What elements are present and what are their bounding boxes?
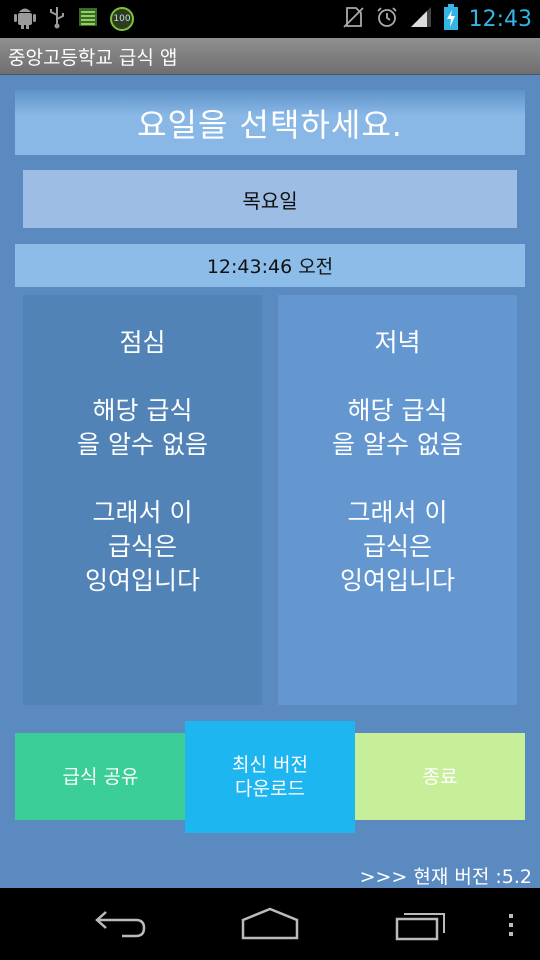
main-content: 요일을 선택하세요. 목요일 12:43:46 오전 점심 해당 급식 을 알수… xyxy=(0,75,540,888)
status-time: 12:43 xyxy=(468,6,532,32)
no-sim-icon xyxy=(341,5,365,33)
download-label-line1: 최신 버전 xyxy=(232,754,308,776)
status-bar: 100 12:43 xyxy=(0,0,540,38)
lunch-text-line: 해당 급식 xyxy=(92,396,193,425)
lunch-panel: 점심 해당 급식 을 알수 없음 그래서 이 급식은 잉여입니다 xyxy=(23,295,262,705)
dinner-title: 저녁 xyxy=(374,328,421,357)
battery-100-icon: 100 xyxy=(110,7,134,31)
android-debug-icon xyxy=(14,5,36,33)
usb-icon xyxy=(48,5,66,33)
lunch-title: 점심 xyxy=(119,328,166,357)
lunch-text-line: 잉여입니다 xyxy=(84,566,200,595)
dinner-text-line: 급식은 xyxy=(362,532,432,561)
home-icon[interactable] xyxy=(240,906,300,946)
dinner-text-line: 잉여입니다 xyxy=(339,566,455,595)
exit-button[interactable]: 종료 xyxy=(355,733,525,820)
notes-icon xyxy=(78,7,98,31)
lunch-text-line: 급식은 xyxy=(107,532,177,561)
dinner-text-line: 해당 급식 xyxy=(347,396,448,425)
download-label-line2: 다운로드 xyxy=(235,778,305,800)
menu-icon[interactable] xyxy=(506,906,516,946)
app-title-bar: 중앙고등학교 급식 앱 xyxy=(0,38,540,75)
share-meal-button[interactable]: 급식 공유 xyxy=(15,733,186,820)
dinner-text-line: 그래서 이 xyxy=(347,498,448,527)
app-title: 중앙고등학교 급식 앱 xyxy=(8,47,178,69)
status-left-icons: 100 xyxy=(14,4,134,34)
status-right-icons: 12:43 xyxy=(341,4,532,34)
day-select-prompt: 요일을 선택하세요. xyxy=(15,90,525,155)
version-label: >>> 현재 버전 :5.2 xyxy=(359,866,532,888)
day-selector[interactable]: 목요일 xyxy=(23,170,517,228)
back-icon[interactable] xyxy=(92,906,148,946)
lunch-text-line: 을 알수 없음 xyxy=(77,430,208,459)
lunch-text-line: 그래서 이 xyxy=(92,498,193,527)
navigation-bar xyxy=(0,888,540,960)
signal-icon xyxy=(409,5,433,33)
dinner-panel: 저녁 해당 급식 을 알수 없음 그래서 이 급식은 잉여입니다 xyxy=(278,295,517,705)
battery-charging-icon xyxy=(443,4,459,34)
alarm-icon xyxy=(375,5,399,33)
download-latest-button[interactable]: 최신 버전 다운로드 xyxy=(185,721,355,833)
current-time-display: 12:43:46 오전 xyxy=(15,244,525,287)
recent-apps-icon[interactable] xyxy=(394,906,450,946)
dinner-text-line: 을 알수 없음 xyxy=(332,430,463,459)
